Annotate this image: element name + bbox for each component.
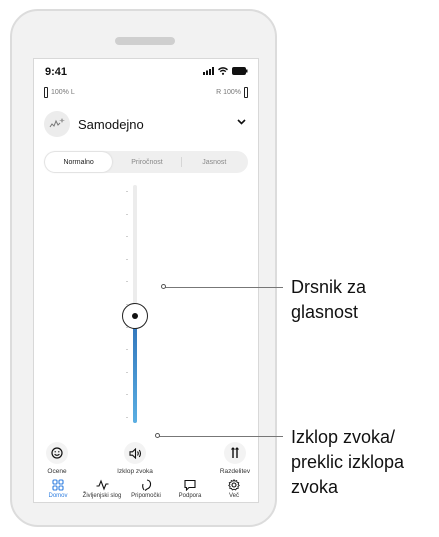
mute-callout-line2: preklic izklopa xyxy=(291,452,405,472)
action-razdelitev[interactable]: Razdelitev xyxy=(210,442,258,475)
hearing-aid-battery-row: 100% L R 100% xyxy=(44,87,248,101)
volume-tick xyxy=(126,213,128,215)
status-icons xyxy=(203,67,248,75)
slider-callout-line1: Drsnik za xyxy=(291,277,367,297)
tab-vec[interactable]: Več xyxy=(214,479,254,502)
mute-callout-text: Izklop zvoka/ preklic izklopa zvoka xyxy=(291,425,404,500)
slider-callout-text: Drsnik za glasnost xyxy=(291,275,366,325)
home-grid-icon xyxy=(52,479,64,491)
slider-callout-dot xyxy=(161,284,166,289)
chat-icon xyxy=(184,479,196,491)
wifi-icon xyxy=(218,67,228,75)
mute-callout-line xyxy=(157,436,283,437)
tab-zivljenjski-slog-label: Življenjski slog xyxy=(82,493,122,499)
action-ocene[interactable]: Ocene xyxy=(34,442,82,475)
volume-tick xyxy=(126,191,128,192)
program-selector[interactable]: Samodejno xyxy=(44,111,248,139)
battery-icon xyxy=(232,67,248,75)
segment-normalno[interactable]: Normalno xyxy=(45,152,113,172)
hearing-aid-icon xyxy=(142,479,152,491)
segment-jasnost[interactable]: Jasnost xyxy=(180,151,248,173)
right-battery-icon xyxy=(244,87,248,98)
program-icon xyxy=(44,111,70,137)
gear-icon xyxy=(228,479,240,491)
quick-actions: Ocene Izklop zvoka Razdelitev xyxy=(34,442,258,478)
tab-podpora-label: Podpora xyxy=(178,493,202,499)
program-name: Samodejno xyxy=(78,117,144,132)
activity-icon xyxy=(96,479,108,491)
volume-tick xyxy=(126,281,128,283)
tab-vec-label: Več xyxy=(228,493,239,499)
sound-mode-segmented-control: Normalno Priročnost Jasnost xyxy=(44,151,248,173)
mute-callout-line1: Izklop zvoka/ xyxy=(291,427,396,447)
slider-callout-line xyxy=(163,287,283,288)
volume-tick xyxy=(126,417,128,418)
left-battery: 100% L xyxy=(44,87,75,98)
tab-pripomocki[interactable]: Pripomočki xyxy=(126,479,166,502)
status-bar: 9:41 xyxy=(45,65,248,81)
action-razdelitev-label: Razdelitev xyxy=(219,468,251,475)
volume-slider[interactable] xyxy=(34,177,258,442)
volume-tick xyxy=(126,394,128,396)
chevron-down-icon[interactable] xyxy=(237,119,246,125)
left-battery-label: 100% L xyxy=(51,89,75,96)
mute-callout-line3: zvoka xyxy=(291,477,339,497)
status-time: 9:41 xyxy=(45,66,68,78)
phone-speaker xyxy=(115,37,175,45)
action-izklop-zvoka[interactable]: Izklop zvoka xyxy=(110,442,160,475)
segment-prirocnost[interactable]: Priročnost xyxy=(113,151,180,173)
smiley-icon[interactable] xyxy=(46,442,68,464)
tab-domov[interactable]: Domov xyxy=(38,479,78,502)
volume-tick xyxy=(126,236,128,238)
tab-domov-label: Domov xyxy=(48,493,68,499)
tab-zivljenjski-slog[interactable]: Življenjski slog xyxy=(82,479,122,502)
volume-slider-fill xyxy=(133,315,137,423)
volume-tick xyxy=(126,258,128,260)
mute-callout-dot xyxy=(155,433,160,438)
right-battery: R 100% xyxy=(216,87,248,98)
left-battery-icon xyxy=(44,87,48,98)
right-battery-label: R 100% xyxy=(216,89,241,96)
volume-tick xyxy=(126,349,128,351)
slider-callout-line2: glasnost xyxy=(291,302,359,322)
phone-frame: 9:41 100% L R 100% Samodejno Normalno Pr… xyxy=(10,9,277,527)
action-ocene-label: Ocene xyxy=(47,468,67,475)
tab-pripomocki-label: Pripomočki xyxy=(131,493,161,499)
tab-podpora[interactable]: Podpora xyxy=(170,479,210,502)
volume-slider-thumb-dot xyxy=(132,312,138,319)
speaker-icon[interactable] xyxy=(124,442,146,464)
bottom-tab-bar: Domov Življenjski slog Pripomočki Podpor… xyxy=(34,479,258,502)
volume-slider-thumb[interactable] xyxy=(122,302,148,329)
action-izklop-zvoka-label: Izklop zvoka xyxy=(117,468,153,475)
split-icon[interactable] xyxy=(224,442,246,464)
signal-icon xyxy=(203,67,214,75)
volume-tick xyxy=(126,371,128,373)
